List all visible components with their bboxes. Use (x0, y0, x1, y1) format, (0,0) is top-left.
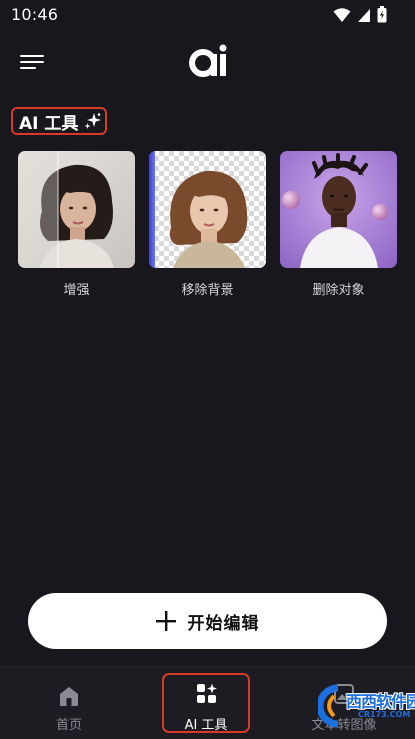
plus-icon (155, 611, 176, 631)
tool-thumbnail-remove-background (149, 151, 266, 268)
watermark-brand: 西西软件园 (346, 692, 415, 711)
sparkle-icon (84, 113, 102, 129)
nav-item-home[interactable]: 首页 (9, 667, 129, 739)
status-icons (333, 6, 387, 23)
wifi-icon (333, 7, 351, 22)
tool-thumbnail-enhance (18, 151, 135, 268)
menu-icon-line (20, 67, 36, 69)
start-editing-button[interactable]: 开始编辑 (28, 593, 387, 649)
app-header (0, 40, 415, 84)
status-time: 10:46 (11, 5, 59, 24)
battery-icon (377, 6, 387, 23)
section-title: AI 工具 (11, 107, 107, 135)
nav-highlight-box (162, 673, 250, 733)
watermark-logo: 西西软件园 CR173.COM (318, 682, 415, 728)
tool-card-enhance[interactable]: 增强 (18, 151, 135, 298)
nav-label-home: 首页 (55, 718, 82, 733)
home-icon (60, 687, 78, 706)
menu-icon-line (20, 61, 44, 63)
tool-label: 增强 (63, 283, 90, 298)
tool-card-remove-object[interactable]: 删除对象 (280, 151, 397, 298)
tool-card-remove-background[interactable]: 移除背景 (149, 151, 266, 298)
section-title-text: AI 工具 (19, 113, 79, 134)
tool-label: 移除背景 (181, 283, 234, 298)
start-editing-label: 开始编辑 (187, 613, 260, 634)
menu-button[interactable] (20, 52, 46, 72)
signal-icon (358, 8, 370, 22)
app-logo (189, 44, 227, 77)
watermark-url: CR173.COM (358, 710, 411, 719)
menu-icon-line (20, 55, 44, 57)
tool-thumbnail-remove-object (280, 151, 397, 268)
status-bar: 10:46 (0, 0, 415, 30)
tool-label: 删除对象 (312, 283, 365, 298)
